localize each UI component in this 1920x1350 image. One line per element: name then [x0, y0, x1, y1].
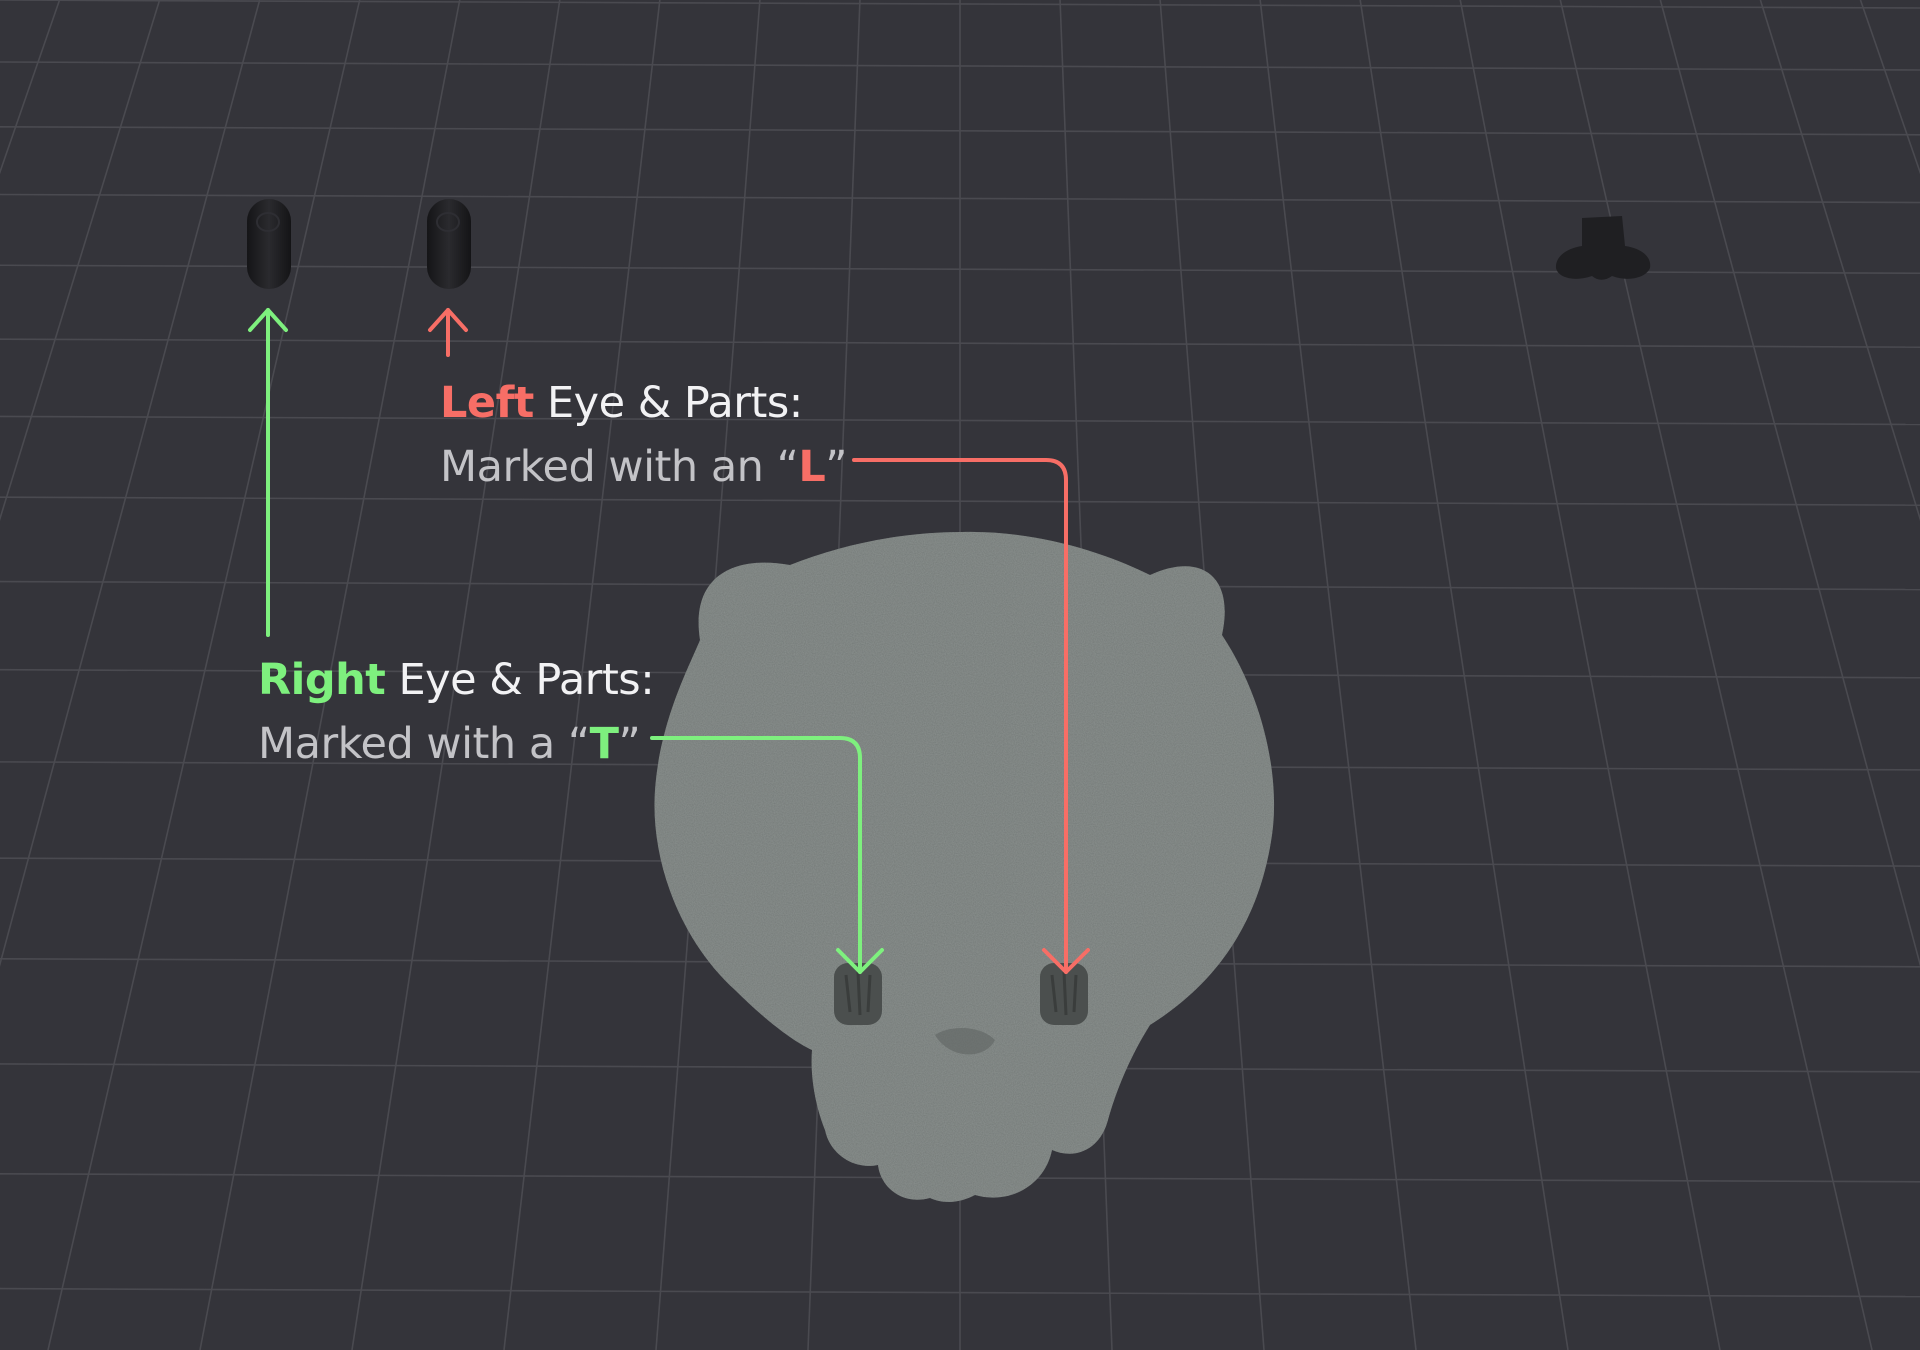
viewport-3d[interactable]: Left Eye & Parts: Marked with an “L” Rig…: [0, 0, 1920, 1350]
left-keyword: Left: [440, 378, 534, 428]
left-eye-title: Left Eye & Parts:: [440, 371, 847, 435]
grid-line-vertical: [0, 0, 61, 175]
right-eye-description: Marked with a “T”: [258, 712, 654, 776]
right-eye-part[interactable]: [247, 199, 291, 289]
right-keyword: Right: [258, 655, 386, 705]
right-arrow-up: [248, 308, 288, 637]
right-mark-letter: T: [589, 719, 619, 769]
left-eye-annotation: Left Eye & Parts: Marked with an “L”: [440, 371, 848, 499]
left-title-rest: Eye & Parts:: [533, 378, 803, 428]
right-eye-annotation: Right Eye & Parts: Marked with a “T”: [258, 648, 655, 776]
grid-line-vertical: [0, 0, 161, 522]
left-desc-suffix: ”: [825, 442, 848, 492]
right-desc-prefix: Marked with a “: [258, 719, 590, 769]
grid-line-vertical: [0, 0, 261, 967]
grid-line-vertical: [1459, 0, 1721, 1350]
nose-part-icon[interactable]: [1555, 216, 1651, 280]
left-eye-description: Marked with an “L”: [440, 435, 848, 499]
right-title-rest: Eye & Parts:: [385, 655, 655, 705]
bear-head-model-icon[interactable]: [654, 531, 1275, 1202]
right-desc-suffix: ”: [618, 719, 641, 769]
left-eye-part[interactable]: [427, 199, 471, 289]
left-mark-letter: L: [798, 442, 826, 492]
right-eye-title: Right Eye & Parts:: [258, 648, 655, 712]
left-desc-prefix: Marked with an “: [440, 442, 799, 492]
left-arrow-up: [428, 308, 468, 357]
